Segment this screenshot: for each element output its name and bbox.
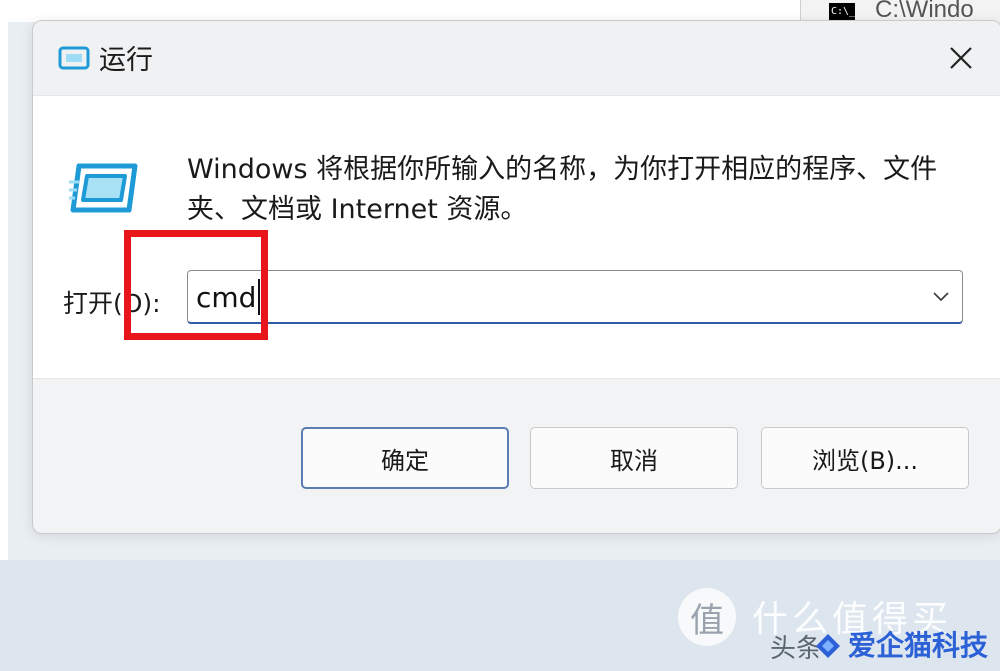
- dialog-description: Windows 将根据你所输入的名称，为你打开相应的程序、文件夹、文档或 Int…: [187, 154, 938, 225]
- open-combobox[interactable]: [187, 270, 963, 324]
- cancel-button[interactable]: 取消: [530, 427, 738, 489]
- highlight-box: [124, 230, 268, 340]
- brand-logo-icon: [816, 634, 840, 658]
- dropdown-button[interactable]: [926, 281, 956, 311]
- run-app-icon: [69, 163, 138, 213]
- dialog-title: 运行: [99, 45, 153, 76]
- chevron-down-icon: [933, 292, 949, 302]
- cmd-icon: C:\_: [829, 3, 855, 21]
- open-input[interactable]: [196, 277, 896, 317]
- run-app-icon: [58, 46, 90, 70]
- watermark-brand: 爱企猫科技: [848, 629, 989, 662]
- desktop-background: [0, 0, 800, 22]
- close-icon: [950, 47, 972, 69]
- close-button[interactable]: [935, 35, 987, 81]
- browse-button[interactable]: 浏览(B)...: [761, 427, 969, 489]
- ok-button[interactable]: 确定: [301, 427, 509, 489]
- dialog-titlebar[interactable]: 运行: [33, 21, 1000, 95]
- desktop-background-strip: [0, 0, 8, 560]
- watermark-logo: 值: [678, 588, 736, 646]
